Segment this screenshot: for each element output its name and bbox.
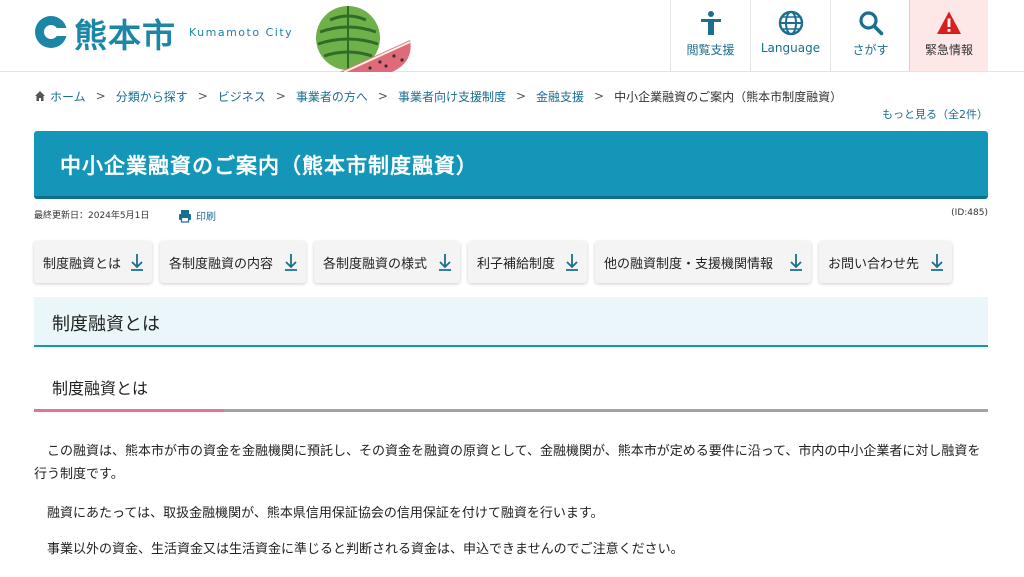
breadcrumb-current: 中小企業融資のご案内（熊本市制度融資） (614, 89, 843, 104)
watermelon-illustration (316, 6, 411, 72)
warning-icon (937, 11, 961, 34)
section-heading-text: 制度融資とは (52, 314, 160, 335)
anchor-label: 他の融資制度・支援機関情報 (604, 256, 774, 272)
page-title-banner: 中小企業融資のご案内（熊本市制度融資） (34, 131, 988, 199)
last-updated: 最終更新日：2024年5月1日 (34, 211, 150, 221)
accessibility-button[interactable]: 閲覧支援 (670, 0, 750, 71)
accessibility-icon (700, 11, 721, 35)
breadcrumb-separator-icon: > (95, 89, 106, 103)
printer-icon (179, 209, 191, 223)
site-logo-subtitle: Kumamoto City (189, 26, 294, 39)
subsection-heading: 制度融資とは (34, 370, 988, 412)
emergency-info-button[interactable]: 緊急情報 (909, 0, 988, 71)
site-header: 熊本市 Kumamoto City 閲覧支援 Language さがす 緊急情報 (0, 0, 1024, 72)
anchor-label: 利子補給制度 (477, 256, 556, 272)
page-title: 中小企業融資のご案内（熊本市制度融資） (60, 154, 478, 178)
anchor-link[interactable]: 各制度融資の内容 (160, 241, 306, 283)
breadcrumb-separator-icon: > (197, 89, 208, 103)
language-label: Language (760, 41, 821, 55)
breadcrumb-separator-icon: > (377, 89, 388, 103)
arrow-down-icon (131, 254, 143, 271)
anchor-label: 制度融資とは (43, 256, 122, 272)
breadcrumb-separator-icon: > (275, 89, 286, 103)
accessibility-label: 閲覧支援 (686, 43, 735, 57)
breadcrumb-separator-icon: > (515, 89, 527, 103)
anchor-link[interactable]: お問い合わせ先 (819, 241, 952, 283)
breadcrumb-item[interactable]: 事業者の方へ (296, 88, 368, 105)
breadcrumb-separator-icon: > (594, 89, 605, 103)
body-paragraph: 融資にあたっては、取扱金融機関が、熊本県信用保証協会の信用保証を付けて融資を行い… (47, 506, 604, 521)
breadcrumb-item[interactable]: 金融支援 (536, 88, 584, 105)
arrow-down-icon (566, 254, 578, 271)
arrow-down-icon (439, 254, 451, 271)
anchor-label: 各制度融資の様式 (323, 256, 428, 272)
more-link[interactable]: もっと見る（全2件） (882, 106, 988, 122)
anchor-link[interactable]: 他の融資制度・支援機関情報 (595, 241, 811, 283)
body-paragraph: この融資は、熊本市が市の資金を金融機関に預託し、その資金を融資の原資として、金融… (34, 444, 981, 482)
search-icon (858, 11, 883, 36)
breadcrumb-home[interactable]: ホーム (50, 88, 86, 105)
subsection-heading-text: 制度融資とは (52, 379, 149, 398)
breadcrumb-item[interactable]: ビジネス (218, 88, 266, 105)
breadcrumb-item[interactable]: 事業者向け支援制度 (398, 88, 506, 105)
language-button[interactable]: Language (750, 0, 830, 71)
search-label: さがす (852, 43, 889, 57)
anchor-label: 各制度融資の内容 (169, 256, 274, 272)
page-id: (ID:485) (951, 208, 988, 218)
site-logo-text[interactable]: 熊本市 (74, 9, 176, 57)
heading-accent (34, 409, 224, 412)
anchor-link[interactable]: 制度融資とは (34, 241, 152, 283)
arrow-down-icon (790, 254, 802, 271)
body-paragraph: 事業以外の資金、生活資金又は生活資金に準じると判断される資金は、申込できませんの… (47, 542, 684, 557)
arrow-down-icon (285, 254, 297, 271)
globe-icon (778, 10, 803, 36)
breadcrumb-item[interactable]: 分類から探す (116, 88, 188, 105)
city-logo-icon[interactable] (34, 15, 68, 49)
print-button[interactable]: 印刷 (178, 208, 216, 223)
emergency-info-label: 緊急情報 (924, 43, 973, 57)
anchor-link[interactable]: 利子補給制度 (468, 241, 587, 283)
arrow-down-icon (931, 254, 943, 271)
search-button[interactable]: さがす (830, 0, 910, 71)
anchor-link[interactable]: 各制度融資の様式 (314, 241, 460, 283)
breadcrumb: ホーム > 分類から探す > ビジネス > 事業者の方へ > 事業者向け支援制度… (34, 88, 842, 104)
anchor-label: お問い合わせ先 (828, 256, 920, 272)
section-heading: 制度融資とは (34, 297, 988, 347)
print-label: 印刷 (196, 212, 216, 223)
home-icon (35, 91, 45, 101)
